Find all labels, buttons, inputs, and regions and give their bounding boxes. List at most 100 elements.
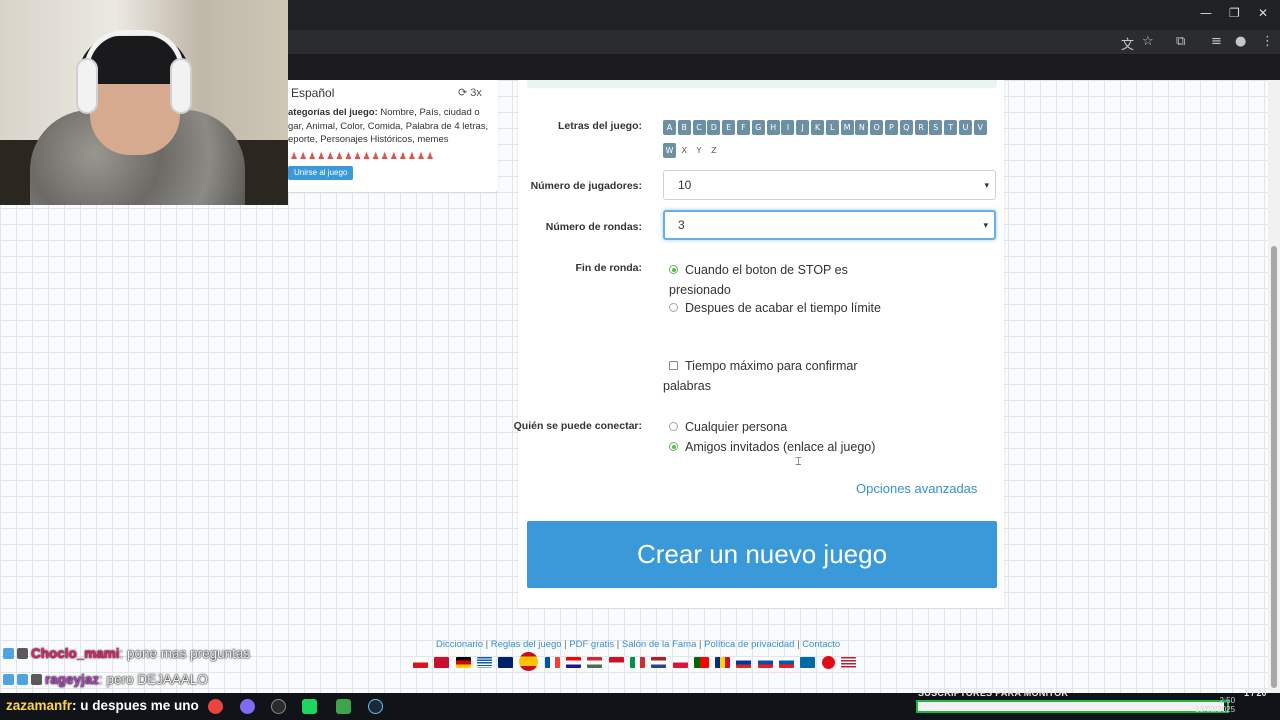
flag-usa-icon[interactable] [840,657,856,669]
obs-icon[interactable] [271,699,286,714]
footer-link-contact[interactable]: Contacto [802,639,840,650]
translate-icon[interactable]: ⽂ [1121,34,1134,53]
subs-goal-bar [916,700,1229,713]
flag-denmark-icon[interactable] [434,657,450,669]
chrome-icon[interactable] [208,699,223,714]
steam-icon[interactable] [368,699,383,714]
flag-czech-icon[interactable] [413,657,428,669]
create-game-button[interactable]: Crear un nuevo juego [527,521,997,588]
star-icon[interactable]: ☆ [1142,34,1154,49]
letter-h-toggle[interactable]: H [766,120,780,135]
profile-icon[interactable]: ● [1235,34,1246,49]
flag-netherlands-icon[interactable] [651,657,667,669]
flag-turkey-icon[interactable] [821,656,835,670]
who-option-anyone[interactable]: Cualquier persona [669,418,897,438]
round-end-option-time[interactable]: Despues de acabar el tiempo límite [669,299,897,319]
chat-text: : u despues me uno [72,698,199,713]
minecraft-icon[interactable] [336,699,351,714]
rounds-label: Número de rondas: [545,221,642,233]
flag-slovenia-icon[interactable] [779,657,795,669]
maximize-icon[interactable]: ❐ [1229,6,1240,20]
flag-slovakia-icon[interactable] [757,657,773,669]
letter-y-toggle[interactable]: Y [693,143,706,158]
chat-username: zazamanfr [6,698,73,713]
mouse-cursor-icon: ⌶ [795,455,802,468]
letter-n-toggle[interactable]: N [855,120,869,135]
flag-croatia-icon[interactable] [566,657,582,669]
radio-unselected[interactable] [669,303,678,312]
radio-unselected[interactable] [669,422,678,431]
max-time-option[interactable]: Tiempo máximo para confirmar palabras [663,357,903,396]
badge-icon [17,674,28,685]
flag-poland-icon[interactable] [672,657,688,669]
letter-w-toggle[interactable]: W [663,143,676,158]
rounds-select[interactable]: 3 ▾ [663,210,996,240]
letter-k-toggle[interactable]: K [810,120,824,135]
flag-uk-icon[interactable] [498,657,514,669]
flag-greece-icon[interactable] [476,657,492,669]
letter-e-toggle[interactable]: E [722,120,736,135]
extensions-icon[interactable]: ⧉ [1176,34,1185,49]
round-end-option-stop[interactable]: Cuando el boton de STOP es presionado [669,261,897,300]
flag-italy-icon[interactable] [629,657,645,669]
badge-icon [17,648,28,659]
letter-l-toggle[interactable]: L [825,120,839,135]
chevron-down-icon: ▾ [983,220,988,230]
flag-sweden-icon[interactable] [800,657,816,669]
players-select[interactable]: 10 ▾ [663,170,996,200]
scrollbar-thumb[interactable] [1271,246,1277,688]
letter-z-toggle[interactable]: Z [707,143,720,158]
radio-selected[interactable] [669,265,678,274]
letter-f-toggle[interactable]: F [736,120,750,135]
flag-hungary-icon[interactable] [587,657,603,669]
letter-r-toggle[interactable]: R [914,120,928,135]
letter-a-toggle[interactable]: A [663,120,676,135]
flag-indonesia-icon[interactable] [608,657,624,669]
letter-g-toggle[interactable]: G [751,120,765,135]
letter-o-toggle[interactable]: O [870,120,884,135]
letter-s-toggle[interactable]: S [929,120,943,135]
flag-spain-icon[interactable] [519,651,539,671]
menu-icon[interactable]: ⋮ [1261,34,1274,49]
letter-x-toggle[interactable]: X [678,143,691,158]
letter-t-toggle[interactable]: T [944,120,958,135]
letter-m-toggle[interactable]: M [840,120,854,135]
players-icons: ♟♟♟♟♟♟♟♟♟♟♟♟♟♟♟♟ [290,151,436,161]
flag-portugal-icon[interactable] [693,657,709,669]
letter-c-toggle[interactable]: C [692,120,706,135]
who-can-join-label: Quién se puede conectar: [513,420,642,432]
letter-v-toggle[interactable]: V [973,120,987,135]
letter-p-toggle[interactable]: P [884,120,898,135]
footer-link-pdf[interactable]: PDF gratis [569,639,614,650]
join-game-button[interactable]: Unirse al juego [288,166,354,180]
badge-icon [3,648,14,659]
letter-d-toggle[interactable]: D [707,120,721,135]
categories-title: ategorías del juego: [288,107,378,118]
letter-i-toggle[interactable]: I [781,120,795,135]
minimize-icon[interactable]: — [1200,6,1212,20]
flag-russia-icon[interactable] [736,657,752,669]
flag-germany-icon[interactable] [455,657,471,669]
close-icon[interactable]: ✕ [1258,6,1268,20]
letter-u-toggle[interactable]: U [958,120,972,135]
footer-link-dictionary[interactable]: Diccionario [436,639,483,650]
letter-b-toggle[interactable]: B [677,120,691,135]
footer-link-privacy[interactable]: Política de privacidad [704,639,794,650]
letter-j-toggle[interactable]: J [796,120,810,135]
footer-link-hall-of-fame[interactable]: Salón de la Fama [622,639,696,650]
chat-username: Choclo_mami [31,646,120,661]
radio-selected[interactable] [669,442,678,451]
chat-username: rageyjaz [45,672,100,687]
flag-romania-icon[interactable] [715,657,731,669]
app-green-icon[interactable] [302,699,317,714]
letter-q-toggle[interactable]: Q [899,120,913,135]
media-icon[interactable]: ≡ [1211,34,1222,49]
taskbar-chat-message: zazamanfr: u despues me uno [6,698,199,713]
discord-icon[interactable] [240,699,255,714]
subs-goal-title: SUSCRIPTORES PARA MONITOR [918,688,1069,698]
footer-links: Diccionario | Reglas del juego | PDF gra… [436,639,841,650]
checkbox[interactable] [669,361,678,370]
advanced-options-link[interactable]: Opciones avanzadas [856,481,977,496]
footer-link-rules[interactable]: Reglas del juego [491,639,562,650]
flag-france-icon[interactable] [544,657,560,669]
